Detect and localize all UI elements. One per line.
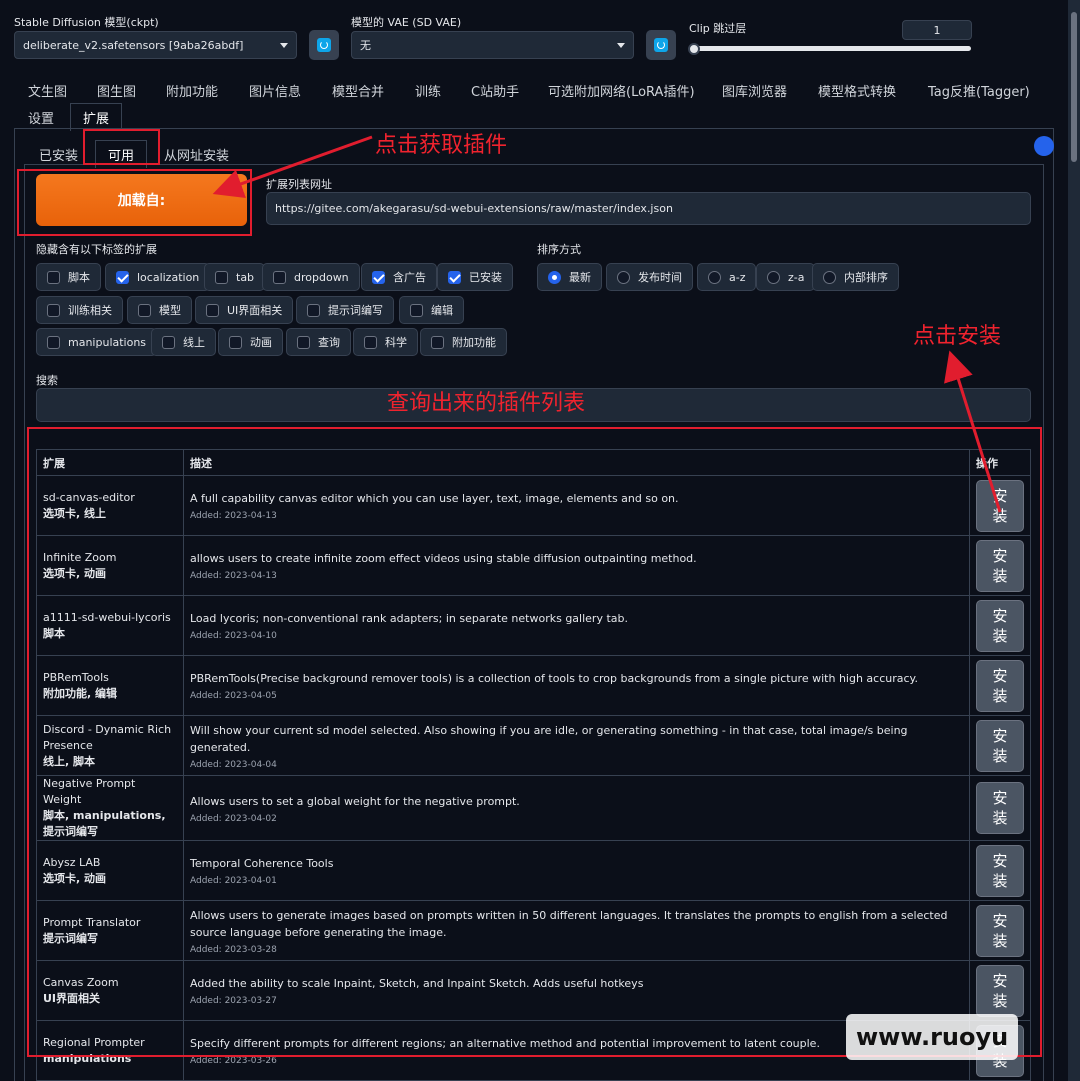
arrow-to-install (944, 350, 1002, 513)
scrollbar-thumb[interactable] (1071, 12, 1077, 162)
watermark: www.ruoyu (846, 1014, 1019, 1060)
arrow-to-load (212, 135, 373, 199)
annotation-arrows (212, 135, 1002, 513)
page-scrollbar[interactable] (1068, 0, 1080, 1081)
